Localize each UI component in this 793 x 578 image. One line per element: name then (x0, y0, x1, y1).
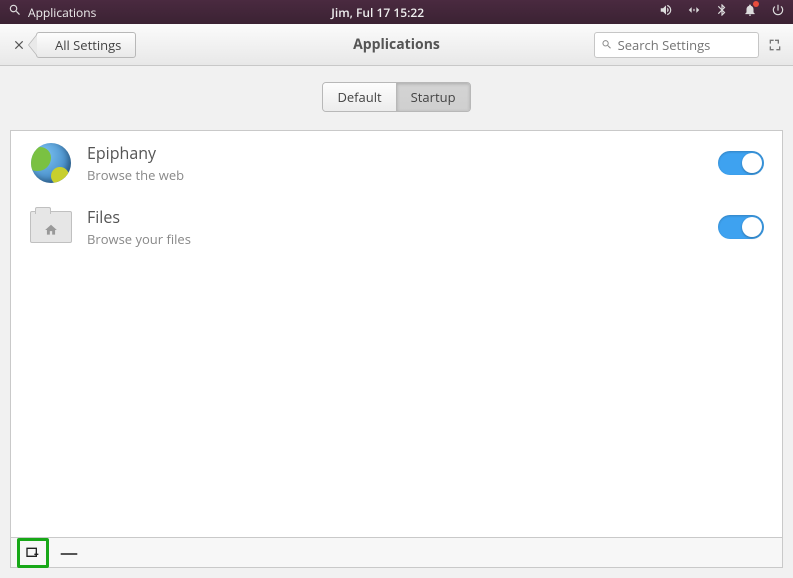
epiphany-icon (29, 141, 73, 185)
power-icon[interactable] (771, 3, 785, 21)
startup-apps-list: Epiphany Browse the web Files Browse you… (10, 130, 783, 538)
window-toolbar: All Settings Applications (0, 24, 793, 66)
toggle-switch[interactable] (718, 215, 764, 239)
maximize-button[interactable] (767, 36, 785, 54)
panel-app-label[interactable]: Applications (28, 4, 96, 21)
list-item[interactable]: Files Browse your files (11, 195, 782, 259)
content-area: Default Startup Epiphany Browse the web … (0, 66, 793, 578)
notification-badge (753, 1, 759, 7)
back-all-settings-button[interactable]: All Settings (36, 32, 136, 58)
tab-default[interactable]: Default (323, 83, 395, 111)
search-input[interactable] (618, 36, 752, 54)
list-item[interactable]: Epiphany Browse the web (11, 131, 782, 195)
top-panel: Applications Jim, Ful 17 15:22 (0, 0, 793, 24)
add-highlight (17, 538, 49, 568)
tab-group: Default Startup (322, 82, 470, 112)
notifications-icon[interactable] (743, 3, 757, 21)
search-icon[interactable] (8, 3, 22, 21)
app-name: Files (87, 206, 718, 228)
list-action-bar: — (10, 538, 783, 568)
toggle-switch[interactable] (718, 151, 764, 175)
search-field[interactable] (594, 32, 759, 58)
network-icon[interactable] (687, 3, 701, 21)
breadcrumb-label: All Settings (55, 36, 121, 54)
panel-clock[interactable]: Jim, Ful 17 15:22 (96, 4, 659, 21)
volume-icon[interactable] (659, 3, 673, 21)
close-button[interactable] (8, 34, 30, 56)
app-desc: Browse your files (87, 230, 718, 248)
app-name: Epiphany (87, 142, 718, 164)
remove-app-button[interactable]: — (57, 542, 81, 564)
bluetooth-icon[interactable] (715, 3, 729, 21)
app-desc: Browse the web (87, 166, 718, 184)
add-app-button[interactable] (21, 542, 45, 564)
tab-startup[interactable]: Startup (396, 83, 470, 111)
files-icon (29, 205, 73, 249)
